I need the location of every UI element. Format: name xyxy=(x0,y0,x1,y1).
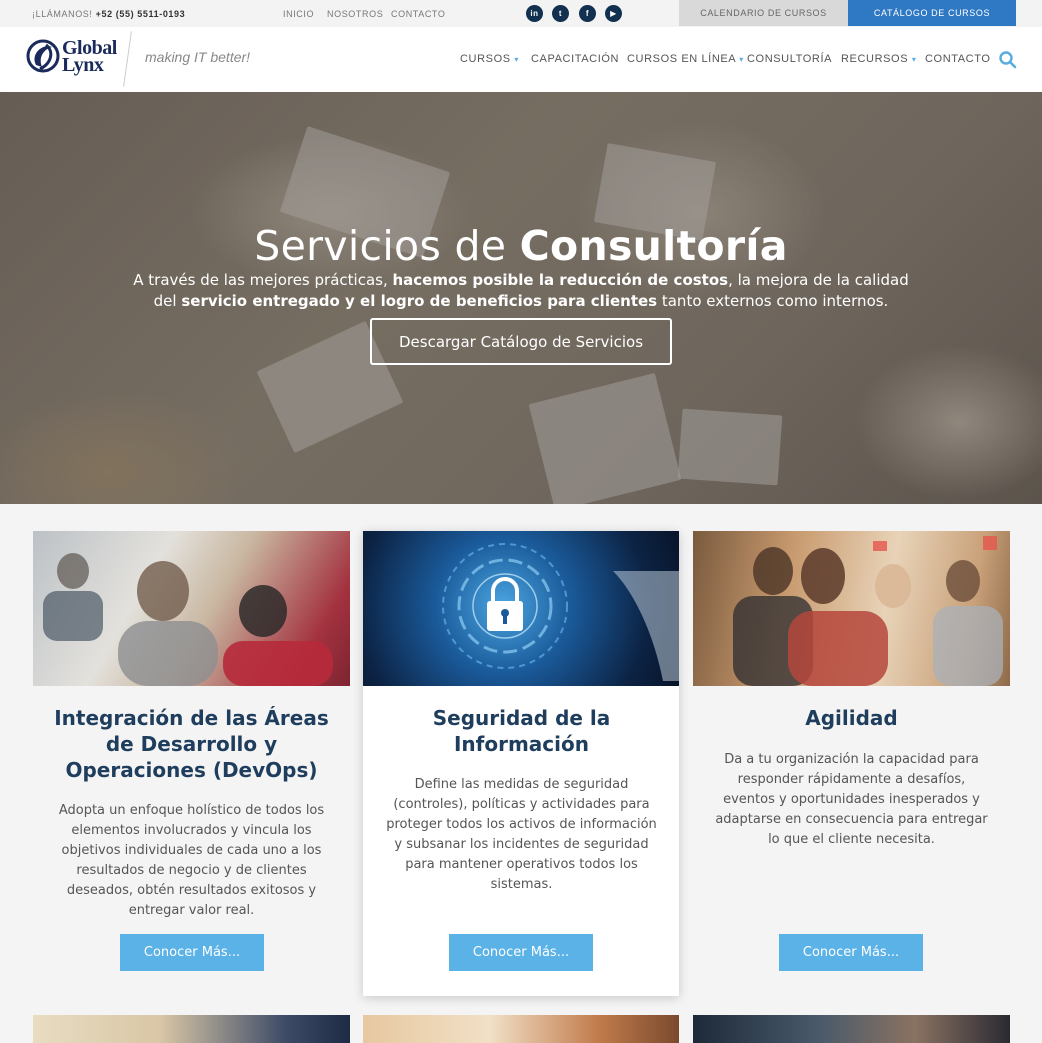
global-lynx-logo-icon[interactable] xyxy=(26,39,60,73)
calendar-button[interactable]: CALENDARIO DE CURSOS xyxy=(679,0,848,26)
youtube-icon[interactable]: ▶ xyxy=(605,5,622,22)
card-description: Define las medidas de seguridad (control… xyxy=(386,777,657,892)
service-card-security: Seguridad de la Información Define las m… xyxy=(363,531,679,996)
next-card-image xyxy=(33,1015,350,1043)
top-nav-contacto[interactable]: CONTACTO xyxy=(391,9,445,19)
call-label: ¡LLÁMANOS! xyxy=(32,9,93,19)
caret-down-icon: ▾ xyxy=(739,55,744,64)
learn-more-button[interactable]: Conocer Más... xyxy=(779,934,923,971)
logo-line-2: Lynx xyxy=(62,54,104,76)
nav-cursos-en-linea[interactable]: CURSOS EN LÍNEA ▾ xyxy=(627,53,744,65)
facebook-icon[interactable]: f xyxy=(579,5,596,22)
card-title: Seguridad de la Información xyxy=(432,706,611,756)
nav-cursos-label: CURSOS xyxy=(460,53,511,65)
hero-title: Servicios de Consultoría xyxy=(0,222,1042,270)
logo-divider xyxy=(123,31,132,87)
devops-team-image xyxy=(33,531,350,686)
nav-cursos-en-linea-label: CURSOS EN LÍNEA xyxy=(627,53,736,65)
card-description: Adopta un enfoque holístico de todos los… xyxy=(58,803,325,918)
hero-description: A través de las mejores prácticas, hacem… xyxy=(120,270,922,312)
agility-team-image xyxy=(693,531,1010,686)
catalog-button[interactable]: CATÁLOGO DE CURSOS xyxy=(848,0,1016,26)
top-nav-inicio[interactable]: INICIO xyxy=(283,9,314,19)
hero-banner: Servicios de Consultoría A través de las… xyxy=(0,92,1042,504)
learn-more-button[interactable]: Conocer Más... xyxy=(120,934,264,971)
hero-text-part: A través de las mejores prácticas, xyxy=(133,271,393,289)
card-description: Da a tu organización la capacidad para r… xyxy=(715,752,988,847)
nav-recursos-label: RECURSOS xyxy=(841,53,909,65)
top-utility-bar: ¡LLÁMANOS! +52 (55) 5511-0193 INICIO NOS… xyxy=(0,0,1042,27)
next-card-image xyxy=(693,1015,1010,1043)
top-nav-nosotros[interactable]: NOSOTROS xyxy=(327,9,383,19)
nav-cursos[interactable]: CURSOS ▾ xyxy=(460,53,519,65)
download-catalog-button[interactable]: Descargar Catálogo de Servicios xyxy=(370,318,672,365)
search-icon[interactable] xyxy=(998,50,1018,70)
next-card-image xyxy=(363,1015,679,1043)
site-header: Global Lynx making IT better! CURSOS ▾ C… xyxy=(0,27,1042,92)
lock-icon xyxy=(442,543,679,681)
hero-text-bold: servicio entregado y el logro de benefic… xyxy=(181,292,658,310)
nav-contacto[interactable]: CONTACTO xyxy=(925,53,991,65)
hero-text-bold: hacemos posible la reducción de costos xyxy=(392,271,729,289)
service-card-agility: Agilidad Da a tu organización la capacid… xyxy=(693,531,1010,996)
hero-title-light: Servicios de xyxy=(254,222,520,270)
learn-more-button[interactable]: Conocer Más... xyxy=(449,934,593,971)
hero-title-bold: Consultoría xyxy=(519,222,788,270)
nav-capacitacion[interactable]: CAPACITACIÓN xyxy=(531,53,619,65)
security-lock-image xyxy=(363,531,679,686)
caret-down-icon: ▾ xyxy=(911,55,917,64)
nav-consultoria[interactable]: CONSULTORÍA xyxy=(747,53,832,65)
call-us: ¡LLÁMANOS! +52 (55) 5511-0193 xyxy=(32,9,185,19)
linkedin-icon[interactable]: in xyxy=(526,5,543,22)
twitter-icon[interactable]: t xyxy=(552,5,569,22)
caret-down-icon: ▾ xyxy=(514,55,519,64)
agility-image-figures xyxy=(733,536,1003,686)
card-title: Agilidad xyxy=(805,706,898,730)
tagline: making IT better! xyxy=(145,49,251,65)
phone-number[interactable]: +52 (55) 5511-0193 xyxy=(96,9,186,19)
hero-text-part: tanto externos como internos. xyxy=(657,292,889,310)
devops-image-figures xyxy=(43,553,333,686)
service-card-devops: Integración de las Áreas de Desarrollo y… xyxy=(33,531,350,996)
logo-text[interactable]: Global Lynx xyxy=(62,38,117,76)
nav-recursos[interactable]: RECURSOS ▾ xyxy=(841,53,916,65)
card-title: Integración de las Áreas de Desarrollo y… xyxy=(54,706,329,782)
